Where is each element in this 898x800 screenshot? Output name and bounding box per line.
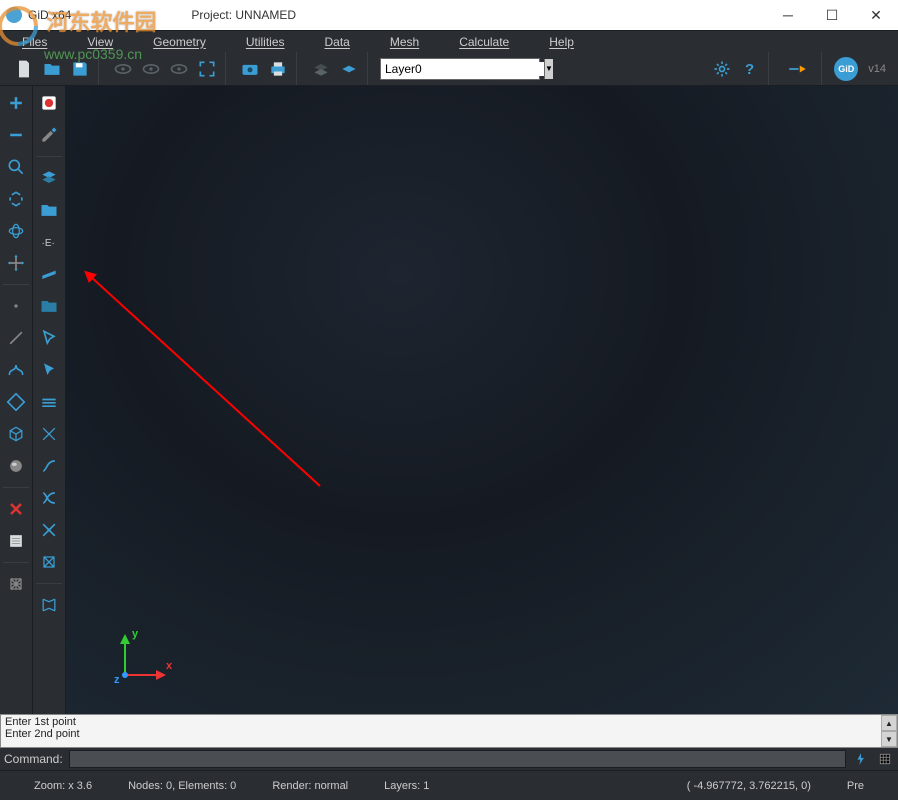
curve2-tool[interactable] xyxy=(36,453,62,479)
cursor2-tool[interactable] xyxy=(36,357,62,383)
status-render: Render: normal xyxy=(254,780,366,792)
log-line: Enter 2nd point xyxy=(5,728,893,740)
left-toolbar-1 xyxy=(0,86,33,714)
app-title: GiD x64 xyxy=(28,8,71,22)
plane-tool[interactable] xyxy=(36,261,62,287)
pan-button[interactable] xyxy=(3,250,29,276)
status-mode: Pre xyxy=(829,780,882,792)
maximize-button[interactable]: ☐ xyxy=(810,0,854,30)
folder-tool[interactable] xyxy=(36,197,62,223)
status-coords: ( -4.967772, 3.762215, 0) xyxy=(669,780,829,792)
version-label: v14 xyxy=(868,63,886,75)
statusbar: Zoom: x 3.6 Nodes: 0, Elements: 0 Render… xyxy=(0,770,898,800)
arrow-nav-button[interactable] xyxy=(781,57,815,81)
curve3-tool[interactable] xyxy=(36,485,62,511)
project-title: Project: UNNAMED xyxy=(191,8,296,22)
gid-logo: GiD xyxy=(834,57,858,81)
transform-tool[interactable] xyxy=(36,592,62,618)
menu-help[interactable]: Help xyxy=(533,33,590,51)
camera-button[interactable] xyxy=(238,57,262,81)
preprocess-button[interactable] xyxy=(309,57,333,81)
window-titlebar: GiD x64 Project: UNNAMED ─ ☐ ✕ xyxy=(0,0,898,30)
polygon-tool[interactable] xyxy=(36,549,62,575)
sphere-tool[interactable] xyxy=(3,453,29,479)
zoom-out-button[interactable] xyxy=(3,122,29,148)
layer-input[interactable] xyxy=(381,62,544,76)
main-area: ·E· y x z xyxy=(0,86,898,714)
grid-icon[interactable] xyxy=(876,750,894,768)
log-scrollbar[interactable]: ▲ ▼ xyxy=(881,715,897,747)
surface-tool[interactable] xyxy=(3,389,29,415)
volume-tool[interactable] xyxy=(3,421,29,447)
menu-calculate[interactable]: Calculate xyxy=(443,33,525,51)
main-toolbar: ▼ ? GiD v14 xyxy=(0,52,898,86)
open-button[interactable] xyxy=(40,57,64,81)
view-eye-3[interactable] xyxy=(167,57,191,81)
delete-button[interactable] xyxy=(3,496,29,522)
menu-data[interactable]: Data xyxy=(309,33,366,51)
bolt-icon[interactable] xyxy=(852,750,870,768)
layers-tool[interactable] xyxy=(36,389,62,415)
record-button[interactable] xyxy=(36,90,62,116)
rotate-button[interactable] xyxy=(3,218,29,244)
move-tool[interactable] xyxy=(36,421,62,447)
view-eye-1[interactable] xyxy=(111,57,135,81)
edit-button[interactable] xyxy=(36,122,62,148)
menu-files[interactable]: Files xyxy=(6,33,63,51)
fullscreen-button[interactable] xyxy=(195,57,219,81)
curve-tool[interactable] xyxy=(3,357,29,383)
menubar: Files View Geometry Utilities Data Mesh … xyxy=(0,30,898,52)
status-zoom: Zoom: x 3.6 xyxy=(16,780,110,792)
command-bar: Command: xyxy=(0,748,898,770)
view-eye-2[interactable] xyxy=(139,57,163,81)
print-button[interactable] xyxy=(266,57,290,81)
line-tool[interactable] xyxy=(3,325,29,351)
log-line: Enter 1st point xyxy=(5,716,893,728)
exponent-tool[interactable]: ·E· xyxy=(36,229,62,255)
zoom-tool[interactable] xyxy=(3,154,29,180)
layer-tool[interactable] xyxy=(36,165,62,191)
viewport-3d[interactable]: y x z xyxy=(66,86,898,714)
point-tool[interactable] xyxy=(3,293,29,319)
app-icon xyxy=(6,7,22,23)
settings-button[interactable] xyxy=(710,57,734,81)
menu-geometry[interactable]: Geometry xyxy=(137,33,222,51)
svg-text:?: ? xyxy=(745,61,754,78)
mesh-button[interactable] xyxy=(3,571,29,597)
layer-selector[interactable]: ▼ xyxy=(380,58,540,80)
new-button[interactable] xyxy=(12,57,36,81)
list-button[interactable] xyxy=(3,528,29,554)
postprocess-button[interactable] xyxy=(337,57,361,81)
status-nodes: Nodes: 0, Elements: 0 xyxy=(110,780,254,792)
log-panel: Enter 1st point Enter 2nd point ▲ ▼ xyxy=(0,714,898,748)
annotation-arrow xyxy=(80,266,340,506)
recycle-button[interactable] xyxy=(3,186,29,212)
svg-text:·E·: ·E· xyxy=(42,238,55,249)
minimize-button[interactable]: ─ xyxy=(766,0,810,30)
layer-dropdown-button[interactable]: ▼ xyxy=(544,59,553,79)
left-toolbar-2: ·E· xyxy=(33,86,66,714)
close-button[interactable]: ✕ xyxy=(854,0,898,30)
menu-utilities[interactable]: Utilities xyxy=(230,33,301,51)
command-label: Command: xyxy=(4,752,63,766)
menu-mesh[interactable]: Mesh xyxy=(374,33,435,51)
axis-gizmo: y x z xyxy=(114,626,174,686)
zoom-in-button[interactable] xyxy=(3,90,29,116)
status-layers: Layers: 1 xyxy=(366,780,447,792)
save-button[interactable] xyxy=(68,57,92,81)
menu-view[interactable]: View xyxy=(71,33,129,51)
intersect-tool[interactable] xyxy=(36,517,62,543)
folder2-tool[interactable] xyxy=(36,293,62,319)
cursor-tool[interactable] xyxy=(36,325,62,351)
help-button[interactable]: ? xyxy=(738,57,762,81)
command-input[interactable] xyxy=(69,750,846,768)
